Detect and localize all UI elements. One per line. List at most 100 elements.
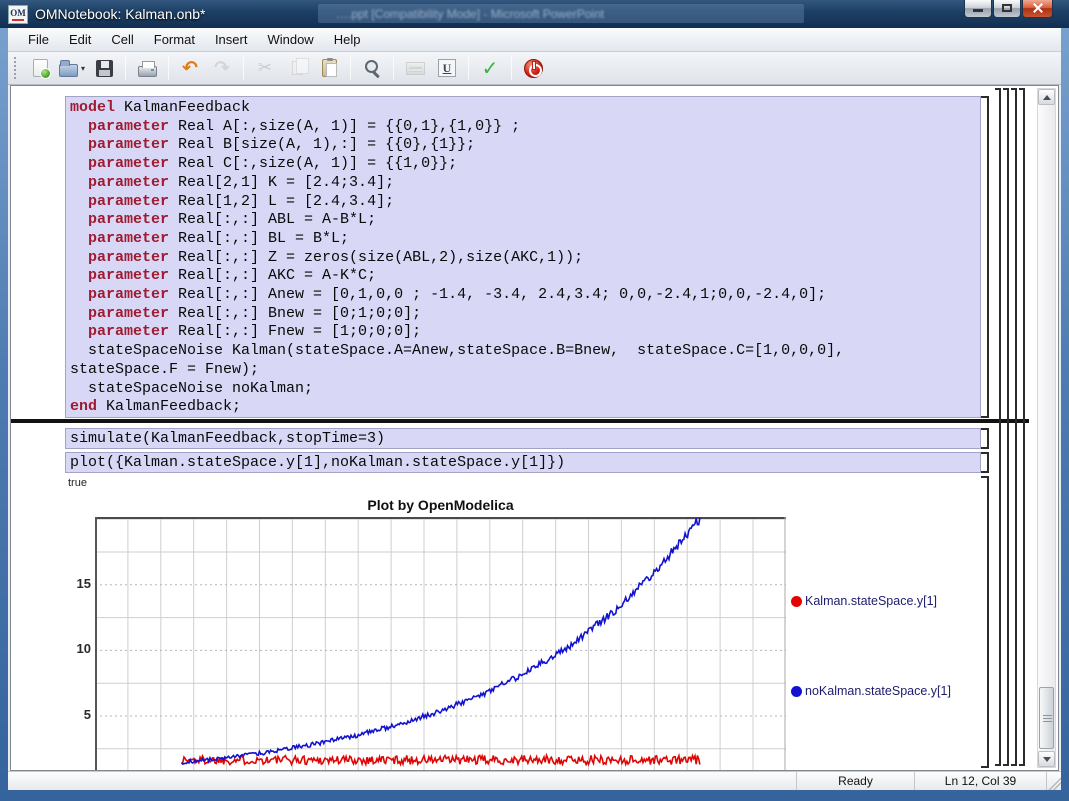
maximize-button[interactable] bbox=[993, 0, 1021, 18]
paste-button[interactable] bbox=[314, 55, 344, 81]
omnotebook-window: OM OMNotebook: Kalman.onb* ….ppt [Compat… bbox=[0, 0, 1069, 801]
app-icon-text: OM bbox=[10, 8, 26, 18]
redo-icon: ↷ bbox=[214, 59, 230, 78]
code-line: parameter Real[:,:] Bnew = [0;1;0;0]; bbox=[70, 305, 976, 324]
titlebar[interactable]: OM OMNotebook: Kalman.onb* ….ppt [Compat… bbox=[0, 0, 1069, 28]
code-cell-bracket[interactable] bbox=[981, 96, 989, 418]
simulate-command-cell[interactable]: simulate(KalmanFeedback,stopTime=3) bbox=[65, 428, 981, 449]
statusbar: Ready Ln 12, Col 39 bbox=[8, 771, 1061, 790]
underline-button[interactable]: U bbox=[432, 55, 462, 81]
code-line: parameter Real[:,:] BL = B*L; bbox=[70, 230, 976, 249]
evaluate-icon: ✓ bbox=[482, 58, 499, 78]
menubar: FileEditCellFormatInsertWindowHelp bbox=[8, 28, 1061, 52]
toolbar-separator bbox=[243, 56, 244, 80]
code-line: stateSpaceNoise noKalman; bbox=[70, 380, 976, 399]
copy-icon bbox=[292, 61, 303, 75]
image-icon bbox=[406, 62, 425, 75]
output-cell-bracket[interactable] bbox=[981, 476, 989, 768]
scroll-down-button[interactable] bbox=[1038, 751, 1055, 767]
legend-item: Kalman.stateSpace.y[1] bbox=[791, 594, 937, 608]
new-icon bbox=[33, 59, 48, 77]
simulate-cell-bracket[interactable] bbox=[981, 428, 989, 449]
code-line: parameter Real[:,:] ABL = A-B*L; bbox=[70, 211, 976, 230]
underline-icon: U bbox=[438, 59, 456, 77]
minimize-icon bbox=[973, 9, 983, 12]
copy-button[interactable] bbox=[282, 55, 312, 81]
vertical-scrollbar[interactable] bbox=[1037, 88, 1056, 768]
open-button[interactable]: ▾ bbox=[57, 55, 87, 81]
window-controls bbox=[963, 0, 1053, 18]
menu-format[interactable]: Format bbox=[144, 29, 205, 50]
plot-cell-bracket[interactable] bbox=[981, 452, 989, 473]
open-dropdown-caret[interactable]: ▾ bbox=[81, 64, 85, 73]
code-line: parameter Real[:,:] Anew = [0,1,0,0 ; -1… bbox=[70, 286, 976, 305]
code-line: parameter Real[:,:] Z = zeros(size(ABL,2… bbox=[70, 249, 976, 268]
toolbar-separator bbox=[468, 56, 469, 80]
y-axis-tick-label: 10 bbox=[51, 641, 91, 656]
print-button[interactable] bbox=[132, 55, 162, 81]
code-line: end KalmanFeedback; bbox=[70, 398, 976, 417]
open-icon bbox=[59, 64, 78, 77]
cut-button[interactable]: ✂ bbox=[250, 55, 280, 81]
command-output: true bbox=[68, 477, 87, 489]
code-line: parameter Real[:,:] AKC = A-K*C; bbox=[70, 267, 976, 286]
code-line: parameter Real[:,:] Fnew = [1;0;0;0]; bbox=[70, 323, 976, 342]
code-line: parameter Real C[:,size(A, 1)] = {{1,0}}… bbox=[70, 155, 976, 174]
menu-cell[interactable]: Cell bbox=[101, 29, 143, 50]
cell-group-rail bbox=[1019, 88, 1025, 766]
undo-button[interactable]: ↶ bbox=[175, 55, 205, 81]
code-line: parameter Real B[size(A, 1),:] = {{0},{1… bbox=[70, 136, 976, 155]
code-line: model KalmanFeedback bbox=[70, 99, 976, 118]
save-button[interactable] bbox=[89, 55, 119, 81]
code-line: parameter Real[1,2] L = [2.4,3.4]; bbox=[70, 193, 976, 212]
scrollbar-thumb[interactable] bbox=[1039, 687, 1054, 749]
toolbar-grip[interactable] bbox=[14, 57, 18, 79]
stop-button[interactable] bbox=[518, 55, 548, 81]
redo-button[interactable]: ↷ bbox=[207, 55, 237, 81]
notebook-document: model KalmanFeedback parameter Real A[:,… bbox=[10, 85, 1059, 771]
paste-icon bbox=[322, 59, 337, 77]
toolbar: ▾ ↶ ↷ ✂ U ✓ bbox=[8, 52, 1061, 85]
close-button[interactable] bbox=[1022, 0, 1053, 18]
window-title: OMNotebook: Kalman.onb* bbox=[35, 6, 205, 22]
status-message: Ready bbox=[796, 772, 914, 790]
menu-insert[interactable]: Insert bbox=[205, 29, 258, 50]
resize-grip[interactable] bbox=[1046, 772, 1061, 790]
model-code-cell[interactable]: model KalmanFeedback parameter Real A[:,… bbox=[65, 96, 981, 418]
menu-help[interactable]: Help bbox=[324, 29, 371, 50]
maximize-icon bbox=[1002, 4, 1012, 12]
new-button[interactable] bbox=[25, 55, 55, 81]
print-icon bbox=[138, 66, 157, 77]
menu-file[interactable]: File bbox=[18, 29, 59, 50]
legend-label: noKalman.stateSpace.y[1] bbox=[805, 684, 951, 698]
cursor-position: Ln 12, Col 39 bbox=[914, 772, 1046, 790]
code-line: parameter Real[2,1] K = [2.4;3.4]; bbox=[70, 174, 976, 193]
plot-canvas[interactable] bbox=[95, 517, 786, 770]
legend-item: noKalman.stateSpace.y[1] bbox=[791, 684, 951, 698]
window-content: FileEditCellFormatInsertWindowHelp ▾ ↶ ↷ ✂ U… bbox=[8, 28, 1061, 790]
code-line: stateSpace.F = Fnew); bbox=[70, 361, 976, 380]
background-window-title: ….ppt [Compatibility Mode] - Microsoft P… bbox=[336, 7, 604, 21]
toolbar-separator bbox=[350, 56, 351, 80]
plot-command-cell[interactable]: plot({Kalman.stateSpace.y[1],noKalman.st… bbox=[65, 452, 981, 473]
cell-group-rail bbox=[1003, 88, 1009, 766]
evaluate-button[interactable]: ✓ bbox=[475, 55, 505, 81]
search-button[interactable] bbox=[357, 55, 387, 81]
legend-label: Kalman.stateSpace.y[1] bbox=[805, 594, 937, 608]
cell-group-rail bbox=[1011, 88, 1017, 766]
image-button[interactable] bbox=[400, 55, 430, 81]
undo-icon: ↶ bbox=[182, 59, 198, 78]
toolbar-separator bbox=[168, 56, 169, 80]
legend-dot-icon bbox=[791, 596, 802, 607]
menu-edit[interactable]: Edit bbox=[59, 29, 101, 50]
save-icon bbox=[96, 60, 113, 77]
arrow-up-icon bbox=[1043, 91, 1051, 100]
menu-window[interactable]: Window bbox=[257, 29, 323, 50]
y-axis-tick-label: 15 bbox=[51, 576, 91, 591]
y-axis-tick-label: 5 bbox=[51, 707, 91, 722]
scroll-up-button[interactable] bbox=[1038, 89, 1055, 105]
minimize-button[interactable] bbox=[964, 0, 992, 18]
app-icon: OM bbox=[8, 5, 28, 24]
cell-group-rail bbox=[995, 88, 1001, 766]
stop-icon bbox=[524, 59, 543, 78]
